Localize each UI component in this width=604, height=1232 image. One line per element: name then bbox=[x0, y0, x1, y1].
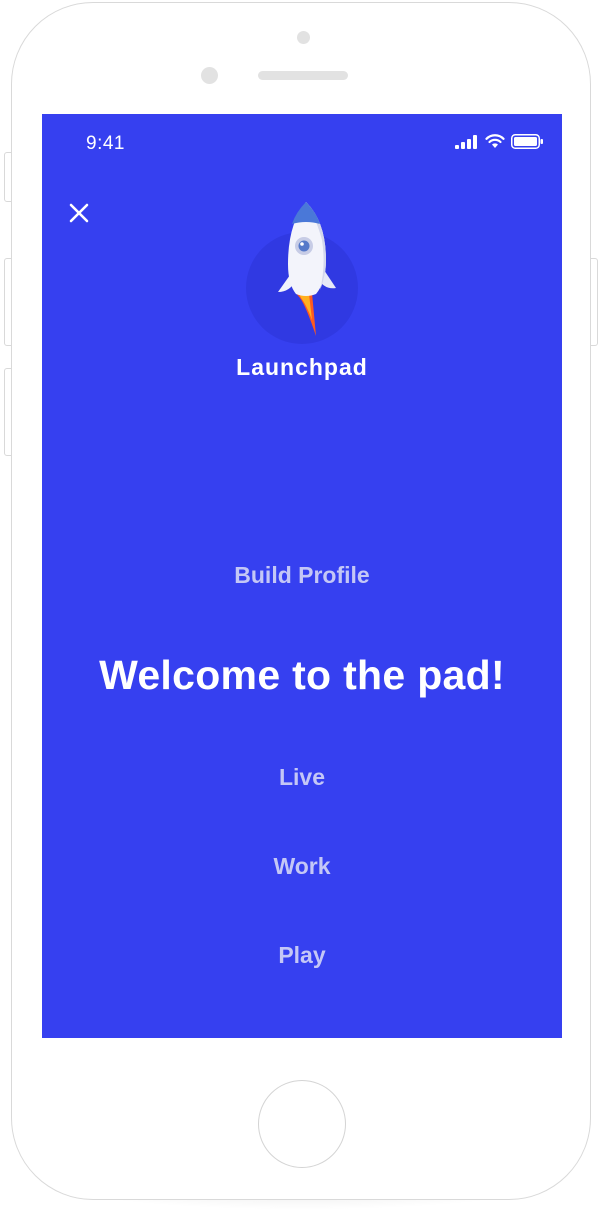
menu-item-live[interactable]: Live bbox=[42, 764, 562, 791]
earpiece-speaker bbox=[258, 71, 348, 80]
menu-item-build-profile[interactable]: Build Profile bbox=[42, 562, 562, 589]
status-bar: 9:41 bbox=[42, 114, 562, 172]
front-camera bbox=[297, 31, 310, 44]
rocket-icon bbox=[246, 202, 358, 344]
proximity-sensor bbox=[201, 67, 218, 84]
menu-item-play[interactable]: Play bbox=[42, 942, 562, 969]
app-screen: 9:41 Launchpad Build Profile Welcome to … bbox=[42, 114, 562, 1038]
status-time: 9:41 bbox=[86, 133, 125, 154]
welcome-heading: Welcome to the pad! bbox=[99, 652, 505, 698]
wifi-icon bbox=[485, 134, 505, 148]
app-title: Launchpad bbox=[236, 354, 368, 380]
battery-icon bbox=[511, 134, 543, 149]
home-button[interactable] bbox=[258, 1080, 346, 1168]
status-icons bbox=[455, 134, 544, 149]
signal-icon bbox=[455, 134, 477, 149]
device-mockup: 9:41 Launchpad Build Profile Welcome to … bbox=[0, 0, 604, 1232]
menu-item-work[interactable]: Work bbox=[42, 853, 562, 880]
close-icon[interactable] bbox=[66, 200, 92, 226]
